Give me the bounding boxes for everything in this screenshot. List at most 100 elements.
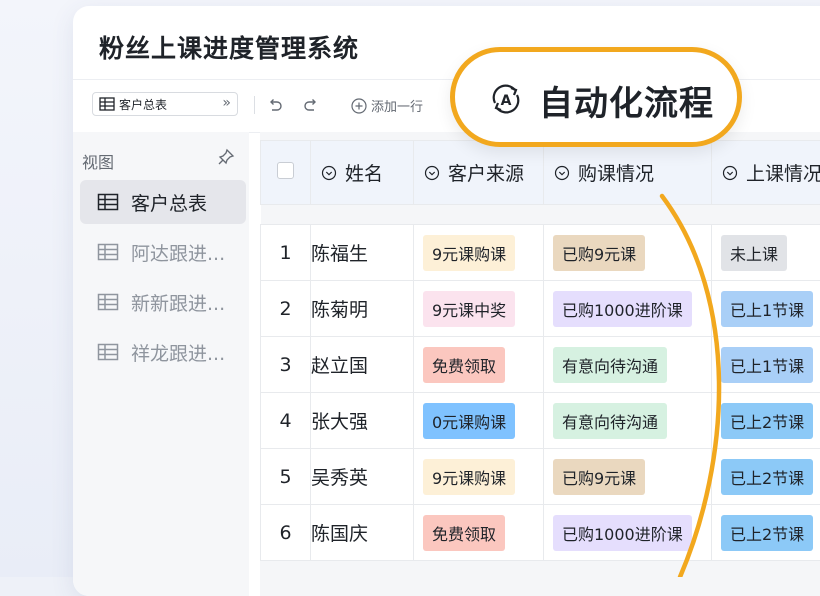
option-tag: 有意向待沟通 — [553, 347, 667, 383]
column-header-label: 客户来源 — [448, 159, 524, 186]
option-tag: 已上2节课 — [721, 459, 813, 495]
add-row-button[interactable]: 添加一行 — [351, 96, 423, 115]
name-cell[interactable]: 陈福生 — [311, 225, 414, 281]
plus-circle-icon — [351, 98, 367, 114]
name-cell[interactable]: 陈菊明 — [311, 281, 414, 337]
option-tag: 已上2节课 — [721, 515, 813, 551]
table-row[interactable]: 4张大强0元课购课 有意向待沟通 已上2节课 — [261, 393, 820, 449]
tag-cell[interactable]: 有意向待沟通 — [544, 393, 712, 449]
data-grid: 姓名 客户来源 购课情况 上课情况 1陈福生9元课购课已购9元课未上课2陈菊明9… — [260, 132, 820, 596]
table-icon — [97, 293, 119, 311]
table-icon — [99, 97, 115, 111]
tag-cell[interactable]: 0元课购课 — [414, 393, 544, 449]
svg-text:A: A — [501, 93, 512, 109]
spacer-cell — [261, 205, 820, 225]
row-number: 6 — [261, 505, 311, 561]
column-header-purchase[interactable]: 购课情况 — [544, 141, 712, 205]
undo-button[interactable] — [266, 93, 284, 117]
sidebar-item-label: 祥龙跟进... — [131, 339, 225, 366]
option-tag: 已上1节课 — [721, 347, 813, 383]
sidebar-item-label: 阿达跟进... — [131, 239, 225, 266]
column-header-label: 上课情况 — [746, 159, 820, 186]
tag-cell[interactable]: 已购9元课 — [544, 225, 712, 281]
select-field-icon — [321, 165, 337, 181]
column-header-label: 姓名 — [345, 159, 383, 186]
column-header-name[interactable]: 姓名 — [311, 141, 414, 205]
tag-cell[interactable]: 已购9元课 — [544, 449, 712, 505]
option-tag: 9元课购课 — [423, 235, 515, 271]
tag-cell[interactable]: 9元课中奖 — [414, 281, 544, 337]
option-tag: 已上2节课 — [721, 403, 813, 439]
tag-cell[interactable]: 已上2节课 — [712, 449, 820, 505]
double-chevron-right-icon[interactable]: » — [222, 95, 231, 111]
option-tag: 已购9元课 — [553, 459, 645, 495]
sidebar-item-view[interactable]: 新新跟进... — [80, 280, 246, 324]
tag-cell[interactable]: 免费领取 — [414, 337, 544, 393]
select-field-icon — [424, 165, 440, 181]
sidebar-item-view[interactable]: 祥龙跟进... — [80, 330, 246, 374]
option-tag: 已购1000进阶课 — [553, 291, 692, 327]
option-tag: 已购1000进阶课 — [553, 515, 692, 551]
tag-cell[interactable]: 已上1节课 — [712, 281, 820, 337]
view-selector[interactable]: 客户总表 » — [92, 92, 238, 116]
option-tag: 未上课 — [721, 235, 787, 271]
tag-cell[interactable]: 已上2节课 — [712, 393, 820, 449]
table-row[interactable]: 6陈国庆免费领取 已购1000进阶课已上2节课 — [261, 505, 820, 561]
option-tag: 0元课购课 — [423, 403, 515, 439]
option-tag: 已上1节课 — [721, 291, 813, 327]
redo-icon — [302, 96, 320, 114]
callout-label: 自动化流程 — [539, 76, 714, 125]
tag-cell[interactable]: 未上课 — [712, 225, 820, 281]
automation-flow-callout[interactable]: A 自动化流程 — [450, 47, 742, 147]
flow-icon: A — [488, 81, 524, 117]
table-icon — [97, 243, 119, 261]
sidebar-item-view[interactable]: 阿达跟进... — [80, 230, 246, 274]
column-header-label: 购课情况 — [578, 159, 654, 186]
column-header-source[interactable]: 客户来源 — [414, 141, 544, 205]
pin-icon[interactable] — [217, 148, 235, 166]
row-number: 4 — [261, 393, 311, 449]
row-number: 3 — [261, 337, 311, 393]
option-tag: 有意向待沟通 — [553, 403, 667, 439]
select-field-icon — [722, 165, 738, 181]
column-header-class[interactable]: 上课情况 — [712, 141, 820, 205]
table-row[interactable]: 5吴秀英9元课购课 已购9元课 已上2节课 — [261, 449, 820, 505]
sidebar-header: 视图 — [82, 149, 114, 173]
toolbar-divider — [254, 96, 255, 114]
view-sidebar: 视图 客户总表阿达跟进... 新新跟进... 祥龙跟进... — [73, 132, 249, 596]
row-number: 1 — [261, 225, 311, 281]
sidebar-item-label: 新新跟进... — [131, 289, 225, 316]
option-tag: 免费领取 — [423, 347, 505, 383]
undo-icon — [266, 96, 284, 114]
tag-cell[interactable]: 已购1000进阶课 — [544, 281, 712, 337]
tag-cell[interactable]: 9元课购课 — [414, 225, 544, 281]
page-title: 粉丝上课进度管理系统 — [99, 29, 359, 65]
table-row[interactable]: 1陈福生9元课购课已购9元课未上课 — [261, 225, 820, 281]
table-icon — [97, 193, 119, 211]
select-all-checkbox[interactable] — [277, 162, 294, 179]
option-tag: 免费领取 — [423, 515, 505, 551]
tag-cell[interactable]: 已上1节课 — [712, 337, 820, 393]
name-cell[interactable]: 陈国庆 — [311, 505, 414, 561]
table-spacer-row — [261, 205, 820, 225]
customer-table: 姓名 客户来源 购课情况 上课情况 1陈福生9元课购课已购9元课未上课2陈菊明9… — [260, 140, 820, 561]
table-row[interactable]: 3赵立国免费领取 有意向待沟通 已上1节课 — [261, 337, 820, 393]
table-header-row: 姓名 客户来源 购课情况 上课情况 — [261, 141, 820, 205]
sidebar-item-view[interactable]: 客户总表 — [80, 180, 246, 224]
name-cell[interactable]: 吴秀英 — [311, 449, 414, 505]
name-cell[interactable]: 赵立国 — [311, 337, 414, 393]
tag-cell[interactable]: 有意向待沟通 — [544, 337, 712, 393]
tag-cell[interactable]: 已上2节课 — [712, 505, 820, 561]
name-cell[interactable]: 张大强 — [311, 393, 414, 449]
select-all-cell[interactable] — [261, 141, 311, 205]
sidebar-item-label: 客户总表 — [131, 189, 207, 216]
option-tag: 9元课购课 — [423, 459, 515, 495]
row-number: 5 — [261, 449, 311, 505]
tag-cell[interactable]: 免费领取 — [414, 505, 544, 561]
tag-cell[interactable]: 9元课购课 — [414, 449, 544, 505]
tag-cell[interactable]: 已购1000进阶课 — [544, 505, 712, 561]
table-row[interactable]: 2陈菊明9元课中奖 已购1000进阶课已上1节课 — [261, 281, 820, 337]
row-number: 2 — [261, 281, 311, 337]
option-tag: 9元课中奖 — [423, 291, 515, 327]
redo-button[interactable] — [302, 93, 320, 117]
